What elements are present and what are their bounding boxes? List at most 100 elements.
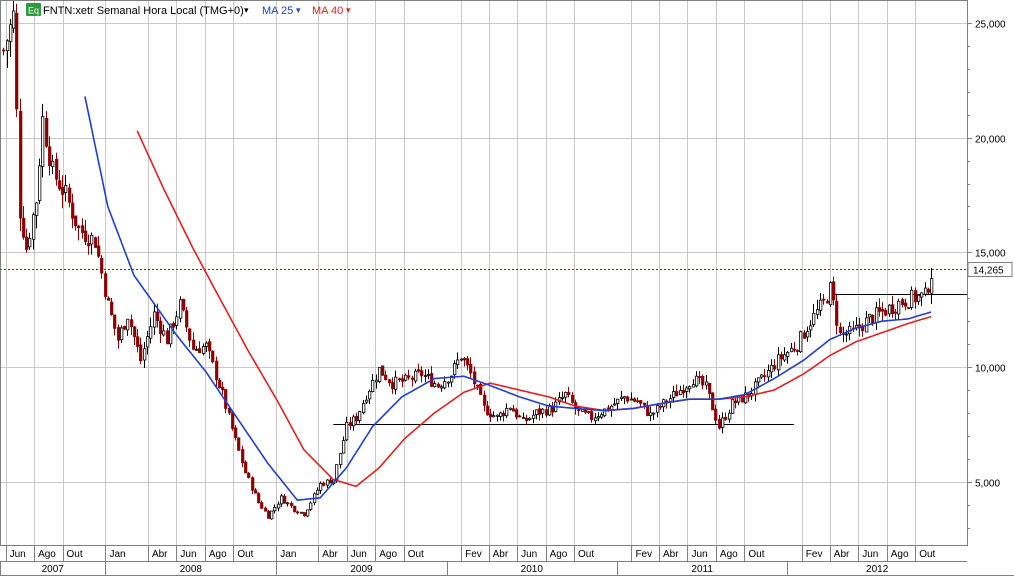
candle-body [489, 413, 493, 418]
candle-body [917, 294, 921, 302]
candle-body [447, 381, 451, 384]
candle-body [868, 313, 872, 318]
candle-body [594, 417, 598, 422]
candle-body [136, 336, 140, 347]
candle-body [620, 396, 624, 399]
candle-body [904, 302, 908, 307]
ma25-dropdown-icon[interactable]: ▾ [296, 5, 301, 15]
x-axis-month-label: Out [408, 549, 424, 560]
candle-body [296, 511, 300, 514]
x-axis-month-label: Jun [521, 549, 537, 560]
candle-body [757, 377, 761, 383]
candle-body [371, 379, 375, 393]
candle-body [528, 417, 532, 420]
candle-body [208, 341, 212, 352]
candle-body [675, 391, 679, 397]
candle-body [636, 400, 640, 403]
candle-body [414, 370, 418, 382]
candle-body [234, 427, 238, 439]
ma25-label[interactable]: MA 25 [262, 5, 293, 17]
candle-body [143, 348, 147, 361]
candle-body [64, 185, 68, 193]
candle-body [349, 422, 353, 426]
candle-body [123, 326, 127, 330]
symbol-label[interactable]: FNTN:xetr Semanal Hora Local (TMG+0) [43, 5, 244, 17]
x-axis-month-label: Out [919, 549, 935, 560]
candle-body [316, 489, 320, 495]
candle-body [84, 230, 88, 243]
y-axis-tick-label: 20,000 [975, 135, 1006, 146]
x-axis-month-label: Abr [152, 549, 168, 560]
candle-body [365, 399, 369, 403]
candle-body [639, 400, 643, 404]
candle-body [398, 378, 402, 381]
candle-body [633, 398, 637, 402]
candle-body [816, 309, 820, 315]
x-axis-year-label: 2008 [180, 564, 203, 575]
ma40-dropdown-icon[interactable]: ▾ [346, 5, 351, 15]
candle-body [773, 365, 777, 370]
x-axis-month-label: Ago [891, 549, 909, 560]
candle-body [58, 180, 62, 190]
candle-body [378, 366, 382, 383]
candle-body [763, 375, 767, 378]
candle-body [45, 117, 49, 147]
candle-body [22, 217, 26, 238]
x-axis-year-label: 2011 [691, 564, 713, 575]
candle-body [81, 225, 85, 233]
y-axis-tick-label: 5,000 [975, 479, 1000, 490]
candle-body [218, 379, 222, 389]
last-price-label: 14,265 [973, 266, 1004, 277]
symbol-dropdown-icon[interactable]: ▾ [244, 5, 249, 15]
ma40-label[interactable]: MA 40 [312, 5, 343, 17]
candle-body [819, 299, 823, 311]
candle-body [231, 412, 235, 429]
candle-body [211, 350, 215, 363]
candle-body [319, 482, 323, 491]
candle-body [254, 489, 258, 494]
candle-body [424, 375, 428, 377]
candle-body [522, 417, 526, 419]
x-axis-month-label: Fev [806, 549, 823, 560]
candle-body [809, 325, 813, 331]
candle-body [492, 415, 496, 418]
candle-body [907, 307, 911, 309]
candle-body [104, 273, 108, 297]
candle-body [267, 510, 271, 519]
candle-body [146, 336, 150, 348]
candle-body [721, 417, 725, 428]
candle-body [339, 453, 343, 465]
candle-body [309, 502, 313, 510]
x-axis-month-label: Out [748, 549, 764, 560]
candle-body [87, 242, 91, 247]
candle-body [806, 331, 810, 338]
candle-body [440, 386, 444, 389]
candle-body [623, 396, 627, 399]
candle-body [646, 405, 650, 416]
x-axis-month-label: Ago [720, 549, 738, 560]
candle-body [829, 282, 833, 306]
candle-body [35, 202, 39, 216]
candle-body [6, 40, 10, 52]
candle-body [894, 311, 898, 314]
candle-body [90, 234, 94, 245]
candle-body [355, 415, 359, 422]
candle-body [293, 505, 297, 513]
candle-body [172, 323, 176, 328]
candle-body [476, 384, 480, 387]
x-axis-month-label: Fev [465, 549, 482, 560]
candle-body [878, 307, 882, 312]
candle-body [198, 348, 202, 354]
candle-body [77, 225, 81, 229]
candle-body [597, 416, 601, 419]
x-axis-year-label: 2010 [521, 564, 544, 575]
candle-body [728, 412, 732, 420]
candle-body [437, 383, 441, 388]
candle-body [362, 403, 366, 414]
candle-body [283, 495, 287, 504]
x-axis-month-label: Abr [493, 549, 509, 560]
y-axis-tick-label: 25,000 [975, 20, 1006, 31]
candle-body [391, 382, 395, 390]
candle-body [25, 236, 29, 250]
candle-body [571, 394, 575, 403]
